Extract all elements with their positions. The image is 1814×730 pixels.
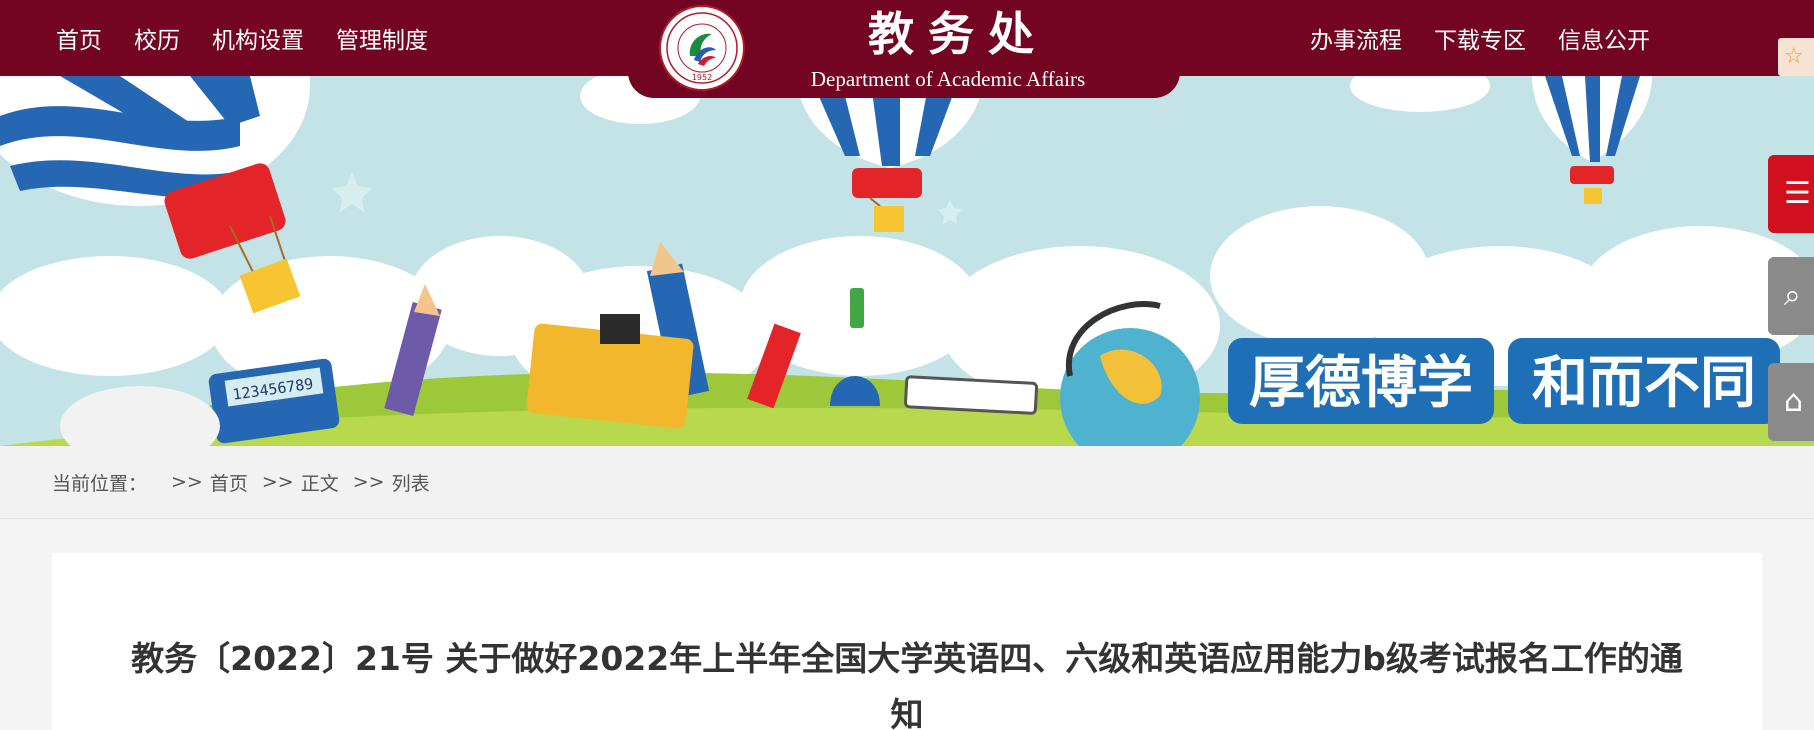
- breadcrumb-separator: >>: [352, 471, 385, 493]
- nav-disclosure[interactable]: 信息公开: [1558, 21, 1650, 55]
- motto-right: 和而不同: [1532, 351, 1756, 416]
- logo-year: 1952: [692, 73, 712, 82]
- nav-calendar[interactable]: 校历: [134, 21, 180, 55]
- home-icon[interactable]: ⌂: [1768, 363, 1814, 441]
- list-icon[interactable]: ☰: [1768, 155, 1814, 233]
- university-seal-icon: 1952: [659, 5, 745, 91]
- breadcrumb-label: 当前位置：: [52, 472, 148, 495]
- breadcrumb-home[interactable]: 首页: [210, 469, 248, 496]
- page: 首页 校历 机构设置 管理制度 1952 教务处 Department of A…: [0, 0, 1814, 730]
- nav-regulations[interactable]: 管理制度: [336, 21, 428, 55]
- breadcrumb-separator: >>: [261, 471, 294, 493]
- site-subtitle: Department of Academic Affairs: [810, 67, 1086, 91]
- breadcrumb: 当前位置： >> 首页 >> 正文 >> 列表: [52, 446, 444, 518]
- nav-procedures[interactable]: 办事流程: [1310, 21, 1402, 55]
- article-card: 教务〔2022〕21号 关于做好2022年上半年全国大学英语四、六级和英语应用能…: [52, 553, 1762, 730]
- book-illustration: [904, 375, 1039, 415]
- site-title: 教务处: [868, 7, 1048, 61]
- hero-banner: 123456789 厚德博学 和而不同: [0, 76, 1814, 446]
- breadcrumb-separator: >>: [171, 471, 203, 493]
- nav-organization[interactable]: 机构设置: [212, 21, 304, 55]
- nav-left: 首页 校历 机构设置 管理制度: [56, 0, 428, 76]
- article-title: 教务〔2022〕21号 关于做好2022年上半年全国大学英语四、六级和英语应用能…: [131, 639, 1683, 730]
- motto-left: 厚德博学: [1249, 351, 1473, 416]
- top-header: 首页 校历 机构设置 管理制度 1952 教务处 Department of A…: [0, 0, 1814, 98]
- brand-block[interactable]: 1952 教务处 Department of Academic Affairs: [628, 0, 1180, 98]
- search-icon[interactable]: ⌕: [1768, 257, 1814, 335]
- nav-right: 办事流程 下载专区 信息公开: [1310, 0, 1650, 76]
- breadcrumb-article[interactable]: 正文: [301, 469, 339, 496]
- nav-downloads[interactable]: 下载专区: [1434, 21, 1526, 55]
- breadcrumb-bar: 当前位置： >> 首页 >> 正文 >> 列表: [0, 446, 1814, 519]
- nav-home[interactable]: 首页: [56, 21, 102, 55]
- banner-illustration: 123456789 厚德博学 和而不同: [0, 76, 1814, 446]
- breadcrumb-list[interactable]: 列表: [392, 469, 430, 496]
- star-icon[interactable]: ☆: [1778, 38, 1814, 76]
